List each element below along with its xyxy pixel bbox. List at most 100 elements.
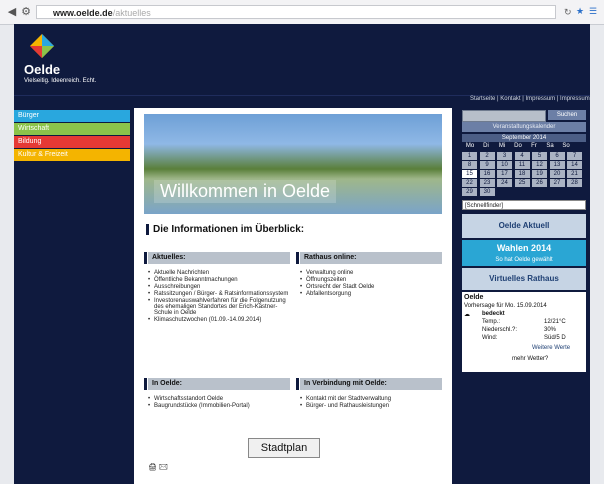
list-item[interactable]: Ortsrecht der Stadt Oelde [300, 284, 442, 290]
calendar-day[interactable]: 19 [532, 170, 547, 178]
oelde-logo-icon [30, 34, 54, 58]
rain-label: Niederschl.?: [482, 327, 518, 333]
nav-item-wirtschaft[interactable]: Wirtschaft [14, 123, 130, 135]
calendar-day[interactable]: 20 [549, 170, 565, 178]
temp-label: Temp.: [482, 319, 501, 325]
section-bar [144, 378, 147, 390]
list-item[interactable]: Wirtschaftsstandort Oelde [148, 396, 290, 402]
calendar-day[interactable]: 13 [549, 161, 565, 169]
nav-item-buerger[interactable]: Bürger [14, 110, 130, 122]
in-oelde-list: Wirtschaftsstandort Oelde Baugrundstücke… [148, 396, 290, 410]
list-item[interactable]: Verwaltung online [300, 270, 442, 276]
url-path: /aktuelles [112, 8, 151, 18]
list-item[interactable]: Ausschreibungen [148, 284, 290, 290]
promo-wahlen[interactable]: Wahlen 2014 So hat Oelde gewählt [462, 240, 586, 266]
list-item[interactable]: Ratssitzungen / Bürger- & Ratsinformatio… [148, 291, 290, 297]
calendar-day[interactable]: 15 [462, 170, 477, 178]
print-icon[interactable]: 🖨 [148, 464, 157, 471]
star-icon[interactable]: ★ [576, 6, 584, 17]
reload-icon[interactable]: ↻ [564, 7, 572, 18]
page-info-icon[interactable]: ⚙ [18, 4, 34, 20]
mail-icon[interactable]: ✉ [159, 464, 168, 471]
list-item[interactable]: Kontakt mit der Stadtverwaltung [300, 396, 442, 402]
promo-rathaus[interactable]: Virtuelles Rathaus [462, 268, 586, 290]
calendar-day[interactable]: 27 [549, 179, 565, 187]
calendar-day[interactable]: 18 [514, 170, 530, 178]
section-header-aktuelles: Aktuelles: [144, 252, 290, 264]
weather-more-link[interactable]: Weitere Werte [532, 345, 570, 351]
left-navigation: Bürger Wirtschaft Bildung Kultur & Freiz… [14, 110, 130, 162]
list-item[interactable]: Klimaschutzwochen (01.09.-14.09.2014) [148, 317, 290, 323]
calendar-day[interactable]: 9 [479, 161, 495, 169]
calendar-day[interactable]: 7 [567, 152, 582, 160]
section-header-verbindung: In Verbindung mit Oelde: [296, 378, 442, 390]
calendar-day[interactable]: 14 [567, 161, 582, 169]
wind-value: Süd/5 D [544, 335, 566, 341]
calendar-day[interactable]: 16 [479, 170, 495, 178]
url-field[interactable]: www.oelde.de/aktuelles [36, 5, 556, 19]
calendar-month: September 2014 [462, 134, 586, 142]
calendar-day[interactable]: 29 [462, 188, 477, 196]
list-item[interactable]: Aktuelle Nachrichten [148, 270, 290, 276]
calendar-day[interactable]: 1 [462, 152, 477, 160]
events-link[interactable]: Veranstaltungskalender [462, 122, 586, 132]
search-button[interactable]: Suchen [548, 110, 586, 120]
website: Oelde Vielseitig. Ideenreich. Echt. Bürg… [14, 24, 590, 484]
day-label: Mi [498, 143, 506, 149]
calendar-day[interactable]: 17 [497, 170, 512, 178]
calendar-day[interactable]: 24 [497, 179, 512, 187]
calendar-day[interactable]: 22 [462, 179, 477, 187]
calendar-day[interactable]: 23 [479, 179, 495, 187]
day-label: Di [483, 143, 489, 149]
menu-icon[interactable]: ☰ [589, 6, 597, 17]
day-label: Do [514, 143, 522, 149]
calendar-day[interactable]: 25 [514, 179, 530, 187]
aktuelles-list: Aktuelle Nachrichten Öffentliche Bekannt… [148, 270, 290, 324]
list-item[interactable]: Investorenauswahlverfahren für die Folge… [148, 298, 290, 316]
stadtplan-button[interactable]: Stadtplan [248, 438, 320, 458]
weather-subtitle: Vorhersage für Mo. 15.09.2014 [464, 303, 547, 309]
list-item[interactable]: Baugrundstücke (Immobilien-Portal) [148, 403, 290, 409]
calendar-day[interactable]: 5 [532, 152, 547, 160]
list-item[interactable]: Öffnungszeiten [300, 277, 442, 283]
weather-city: Oelde [464, 294, 484, 301]
calendar-day[interactable]: 4 [514, 152, 530, 160]
search-input[interactable] [462, 110, 546, 122]
calendar-day[interactable]: 10 [497, 161, 512, 169]
hero-image: Willkommen in Oelde [144, 114, 442, 214]
calendar-day[interactable]: 12 [532, 161, 547, 169]
section-header-label: In Oelde: [152, 380, 182, 387]
top-links[interactable]: Startseite | Kontakt | Impressum | Impre… [470, 96, 590, 102]
calendar-day[interactable]: 26 [532, 179, 547, 187]
promo-wahlen-title: Wahlen 2014 [496, 243, 552, 253]
nav-item-kultur[interactable]: Kultur & Freizeit [14, 149, 130, 161]
weather-footer[interactable]: mehr Wetter? [512, 356, 548, 362]
calendar-day[interactable]: 3 [497, 152, 512, 160]
calendar-day[interactable]: 30 [479, 188, 495, 196]
calendar-day[interactable]: 2 [479, 152, 495, 160]
verbindung-list: Kontakt mit der Stadtverwaltung Bürger- … [300, 396, 442, 410]
promo-aktuell[interactable]: Oelde Aktuell [462, 214, 586, 238]
list-item[interactable]: Abfallentsorgung [300, 291, 442, 297]
section-header-label: Aktuelles: [152, 254, 186, 261]
weather-widget: Oelde Vorhersage für Mo. 15.09.2014 ☁ be… [462, 292, 586, 372]
calendar-day[interactable]: 8 [462, 161, 477, 169]
calendar-day[interactable]: 6 [549, 152, 565, 160]
wind-label: Wind: [482, 335, 498, 341]
list-item[interactable]: Öffentliche Bekanntmachungen [148, 277, 290, 283]
list-item[interactable]: Bürger- und Rathausleistungen [300, 403, 442, 409]
logo[interactable]: Oelde Vielseitig. Ideenreich. Echt. [24, 34, 164, 94]
hero-title: Willkommen in Oelde [154, 180, 337, 203]
section-bar [144, 252, 147, 264]
schnellfinder-select[interactable]: [Schnellfinder] [462, 200, 586, 210]
calendar-day[interactable]: 28 [567, 179, 582, 187]
calendar-days: Mo Di Mi Do Fr Sa So [462, 143, 586, 151]
section-bar [296, 378, 299, 390]
day-label: Mo [465, 143, 475, 149]
nav-item-bildung[interactable]: Bildung [14, 136, 130, 148]
temp-value: 12/21°C [544, 319, 566, 325]
logo-title: Oelde [24, 62, 61, 77]
rathaus-list: Verwaltung online Öffnungszeiten Ortsrec… [300, 270, 442, 298]
calendar-day[interactable]: 11 [514, 161, 530, 169]
calendar-day[interactable]: 21 [567, 170, 582, 178]
